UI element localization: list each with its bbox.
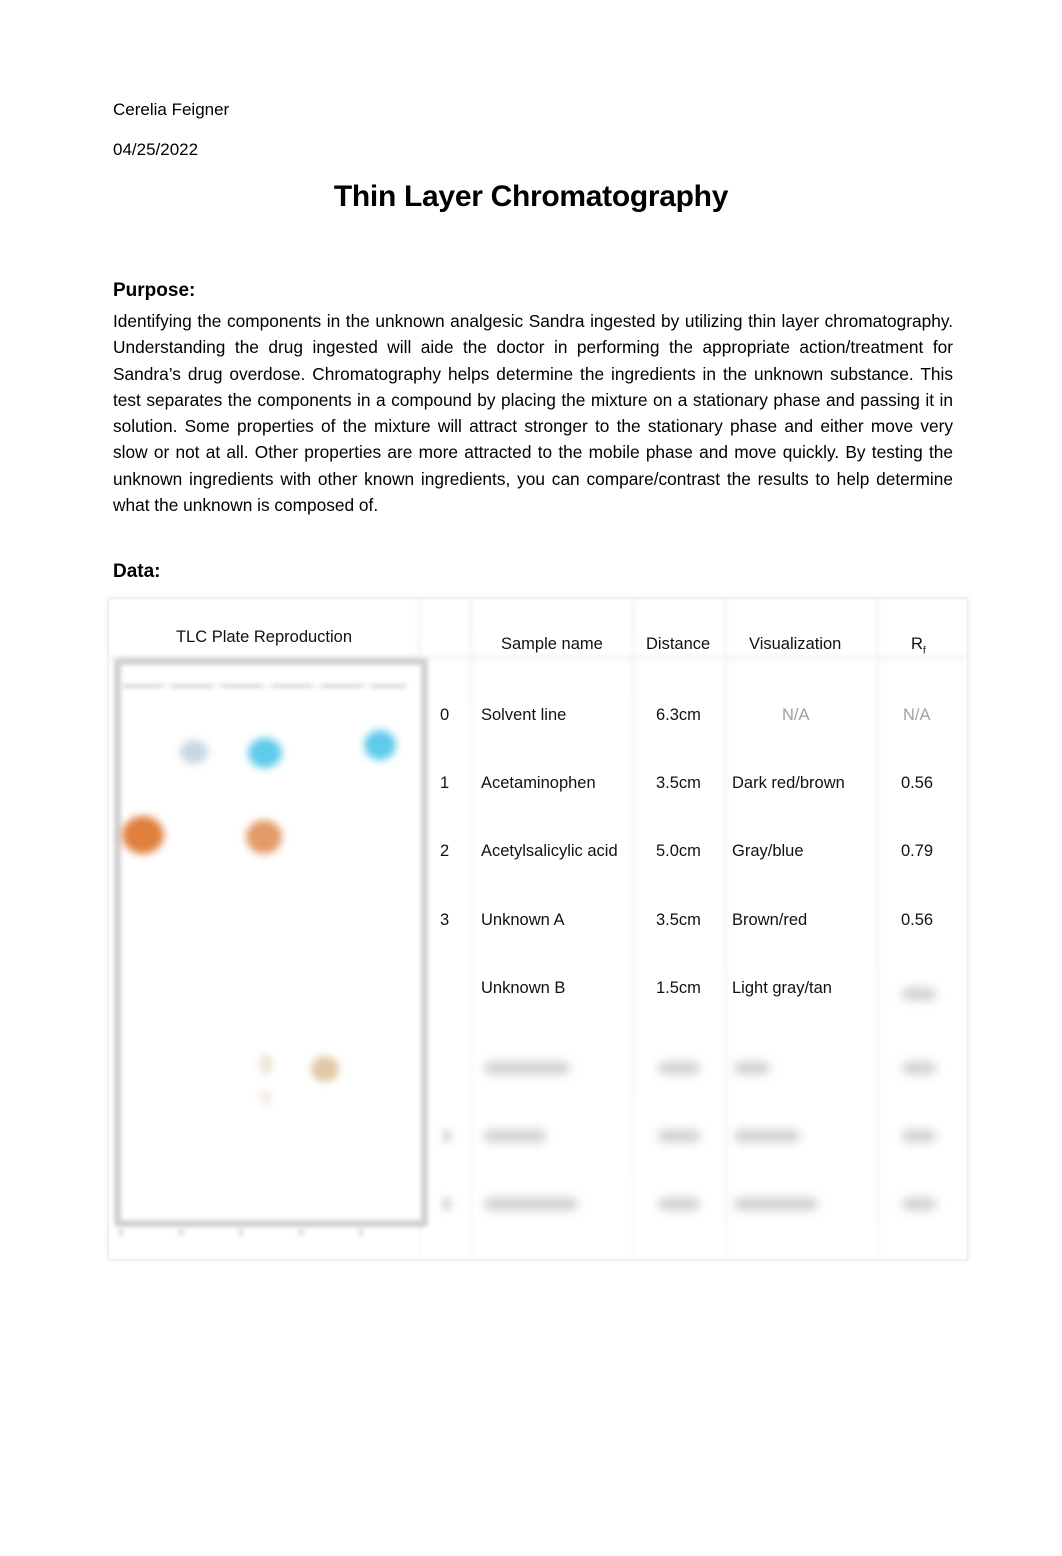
baseline-marks (118, 1228, 418, 1236)
column-divider (470, 598, 473, 1260)
visualization: Brown/red (732, 911, 808, 929)
sample-name: Unknown A (481, 911, 565, 929)
blurred-sample-name (484, 1198, 578, 1210)
spot-pale (259, 1054, 273, 1074)
blurred-visualization (734, 1198, 818, 1210)
blurred-distance (658, 1198, 700, 1210)
blurred-row-index (443, 1198, 451, 1210)
sample-name: Unknown B (481, 979, 566, 997)
rf-value: 0.56 (901, 774, 934, 792)
sample-name: Solvent line (481, 706, 567, 724)
author-name: Cerelia Feigner (113, 100, 230, 119)
spot-tan (311, 1056, 339, 1082)
spot-orange (246, 820, 282, 854)
rf-subscript: f (922, 645, 926, 657)
solvent-front-line (122, 684, 406, 688)
distance: 6.3cm (656, 706, 701, 724)
blurred-distance (658, 1130, 700, 1142)
row-index: 0 (440, 706, 450, 724)
blurred-rf-value (902, 1062, 936, 1074)
column-divider (724, 598, 727, 1260)
distance: 3.5cm (656, 774, 701, 792)
rf-value: N/A (903, 706, 931, 724)
spot-gray-blue (180, 740, 208, 764)
visualization: N/A (782, 706, 810, 724)
tlc-plate-panel: TLC Plate Reproduction (108, 598, 428, 1260)
row-index: 1 (440, 774, 450, 792)
blurred-rf-value (902, 1198, 936, 1210)
rf-value: 0.56 (901, 911, 934, 929)
blurred-rf-value (902, 1130, 936, 1142)
row-index: 2 (440, 842, 450, 860)
spot-blue (248, 738, 282, 768)
blurred-sample-name (484, 1130, 546, 1142)
blurred-row-index (443, 1130, 451, 1142)
purpose-heading: Purpose: (113, 280, 196, 301)
blurred-sample-name (484, 1062, 570, 1074)
data-heading: Data: (113, 561, 161, 582)
distance: 1.5cm (656, 979, 701, 997)
spot-pale (260, 1090, 272, 1106)
distance: 3.5cm (656, 911, 701, 929)
plate-caption: TLC Plate Reproduction (175, 628, 353, 646)
report-date: 04/25/2022 (113, 140, 199, 159)
rf-label: R (911, 635, 923, 653)
header-sample-name: Sample name (501, 635, 603, 653)
spot-blue (364, 730, 396, 760)
header-visualization: Visualization (749, 635, 842, 653)
row-index: 3 (440, 911, 450, 929)
blurred-rf-value (902, 988, 936, 1000)
sample-name: Acetylsalicylic acid (481, 842, 618, 860)
sample-name: Acetaminophen (481, 774, 596, 792)
visualization: Light gray/tan (732, 979, 832, 997)
blurred-visualization (734, 1130, 800, 1142)
blurred-visualization (734, 1062, 770, 1074)
blurred-distance (658, 1062, 700, 1074)
column-divider (632, 598, 635, 1260)
purpose-paragraph: Identifying the components in the unknow… (113, 311, 953, 516)
header-rf: Rf (911, 635, 926, 656)
rf-value: 0.79 (901, 842, 934, 860)
visualization: Gray/blue (732, 842, 804, 860)
document-title: Thin Layer Chromatography (333, 180, 729, 213)
column-divider (876, 598, 879, 1260)
header-distance: Distance (646, 635, 711, 653)
spot-orange (122, 816, 164, 854)
visualization: Dark red/brown (732, 774, 845, 792)
distance: 5.0cm (656, 842, 701, 860)
